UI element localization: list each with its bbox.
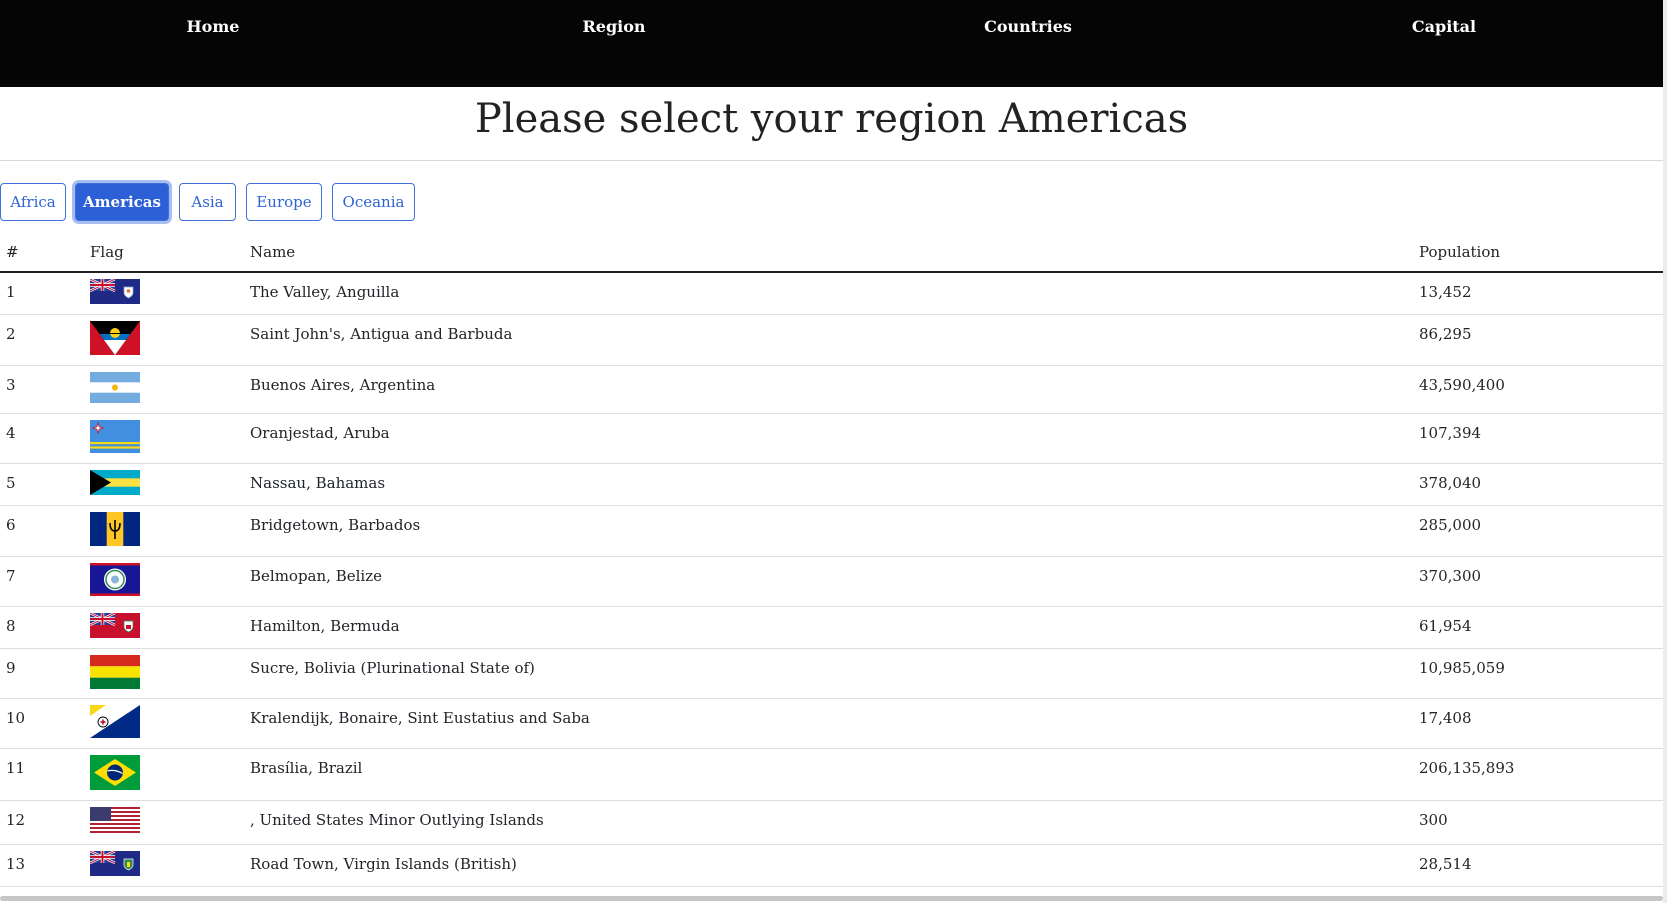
british-virgin-islands-flag-icon	[90, 850, 140, 876]
horizontal-scrollbar[interactable]	[0, 896, 1663, 901]
row-number: 13	[0, 844, 84, 887]
row-name: Saint John's, Antigua and Barbuda	[244, 314, 1413, 366]
header-name: Name	[244, 232, 1413, 273]
row-flag-cell	[84, 505, 244, 557]
table-row: 9 Sucre, Bolivia (Plurinational State of…	[0, 648, 1663, 699]
row-number: 12	[0, 800, 84, 845]
table-row: 3 Buenos Aires, Argentina 43,590,400	[0, 365, 1663, 414]
united-states-minor-outlying-islands-flag-icon	[90, 806, 140, 833]
row-population: 370,300	[1413, 556, 1663, 607]
header-number: #	[0, 232, 84, 273]
row-flag-cell	[84, 556, 244, 607]
row-population: 285,000	[1413, 505, 1663, 557]
row-population: 28,514	[1413, 844, 1663, 887]
row-name: Buenos Aires, Argentina	[244, 365, 1413, 414]
row-number: 11	[0, 748, 84, 801]
row-name: , United States Minor Outlying Islands	[244, 800, 1413, 845]
region-button-oceania[interactable]: Oceania	[332, 183, 415, 221]
row-number: 10	[0, 698, 84, 749]
table-row: 8 Hamilton, Bermuda 61,954	[0, 606, 1663, 649]
nav-home-link[interactable]: Home	[187, 17, 240, 36]
page-title: Please select your region Americas	[474, 96, 1189, 142]
title-divider	[0, 160, 1663, 161]
antigua-and-barbuda-flag-icon	[90, 320, 140, 355]
row-number: 8	[0, 606, 84, 649]
row-number: 7	[0, 556, 84, 607]
row-flag-cell	[84, 844, 244, 887]
row-number: 6	[0, 505, 84, 557]
row-flag-cell	[84, 463, 244, 506]
nav-countries-link[interactable]: Countries	[984, 17, 1072, 36]
table-header-row: # Flag Name Population	[0, 232, 1663, 273]
bonaire-flag-icon	[90, 704, 140, 738]
row-flag-cell	[84, 413, 244, 464]
header-population: Population	[1413, 232, 1663, 273]
barbados-flag-icon	[90, 511, 140, 546]
brazil-flag-icon	[90, 754, 140, 790]
row-population: 107,394	[1413, 413, 1663, 464]
row-population: 10,985,059	[1413, 648, 1663, 699]
row-flag-cell	[84, 314, 244, 366]
nav-capital-link[interactable]: Capital	[1412, 17, 1476, 36]
table-row: 4 Oranjestad, Aruba 107,394	[0, 413, 1663, 464]
row-population: 43,590,400	[1413, 365, 1663, 414]
table-row: 5 Nassau, Bahamas 378,040	[0, 463, 1663, 506]
row-population: 206,135,893	[1413, 748, 1663, 801]
row-population: 61,954	[1413, 606, 1663, 649]
header-flag: Flag	[84, 232, 244, 273]
row-population: 17,408	[1413, 698, 1663, 749]
row-flag-cell	[84, 698, 244, 749]
row-name: Oranjestad, Aruba	[244, 413, 1413, 464]
row-name: Brasília, Brazil	[244, 748, 1413, 801]
top-navbar: Home Region Countries Capital	[0, 0, 1663, 87]
row-number: 2	[0, 314, 84, 366]
argentina-flag-icon	[90, 371, 140, 403]
bahamas-flag-icon	[90, 469, 140, 495]
anguilla-flag-icon	[90, 279, 140, 304]
row-flag-cell	[84, 800, 244, 845]
row-population: 300	[1413, 800, 1663, 845]
belize-flag-icon	[90, 562, 140, 596]
row-number: 9	[0, 648, 84, 699]
table-row: 7 Belmopan, Belize 370,300	[0, 556, 1663, 607]
row-flag-cell	[84, 748, 244, 801]
nav-region-link[interactable]: Region	[582, 17, 645, 36]
row-flag-cell	[84, 272, 244, 315]
row-number: 1	[0, 272, 84, 315]
row-population: 13,452	[1413, 272, 1663, 315]
table-row: 12 , United States Minor Outlying Island…	[0, 800, 1663, 845]
row-number: 3	[0, 365, 84, 414]
row-population: 378,040	[1413, 463, 1663, 506]
row-name: Nassau, Bahamas	[244, 463, 1413, 506]
row-population: 86,295	[1413, 314, 1663, 366]
row-name: Belmopan, Belize	[244, 556, 1413, 607]
table-row: 6 Bridgetown, Barbados 285,000	[0, 505, 1663, 557]
row-name: The Valley, Anguilla	[244, 272, 1413, 315]
bermuda-flag-icon	[90, 612, 140, 638]
bolivia-flag-icon	[90, 654, 140, 689]
row-flag-cell	[84, 606, 244, 649]
row-name: Kralendijk, Bonaire, Sint Eustatius and …	[244, 698, 1413, 749]
row-name: Road Town, Virgin Islands (British)	[244, 844, 1413, 887]
region-button-europe[interactable]: Europe	[246, 183, 322, 221]
countries-table: # Flag Name Population 1 The Valley, Ang…	[0, 232, 1663, 887]
table-row: 11 Brasília, Brazil 206,135,893	[0, 748, 1663, 801]
table-row: 13 Road Town, Virgin Islands (British) 2…	[0, 844, 1663, 887]
table-row: 1 The Valley, Anguilla 13,452	[0, 272, 1663, 315]
table-row: 10 Kralendijk, Bonaire, Sint Eustatius a…	[0, 698, 1663, 749]
region-button-asia[interactable]: Asia	[179, 183, 236, 221]
region-button-africa[interactable]: Africa	[0, 183, 66, 221]
table-row: 2 Saint John's, Antigua and Barbuda 86,2…	[0, 314, 1663, 366]
row-number: 5	[0, 463, 84, 506]
vertical-scrollbar[interactable]	[1663, 0, 1667, 903]
row-flag-cell	[84, 365, 244, 414]
row-flag-cell	[84, 648, 244, 699]
row-name: Hamilton, Bermuda	[244, 606, 1413, 649]
row-name: Sucre, Bolivia (Plurinational State of)	[244, 648, 1413, 699]
row-number: 4	[0, 413, 84, 464]
row-name: Bridgetown, Barbados	[244, 505, 1413, 557]
region-button-americas[interactable]: Americas	[75, 183, 169, 221]
aruba-flag-icon	[90, 419, 140, 453]
